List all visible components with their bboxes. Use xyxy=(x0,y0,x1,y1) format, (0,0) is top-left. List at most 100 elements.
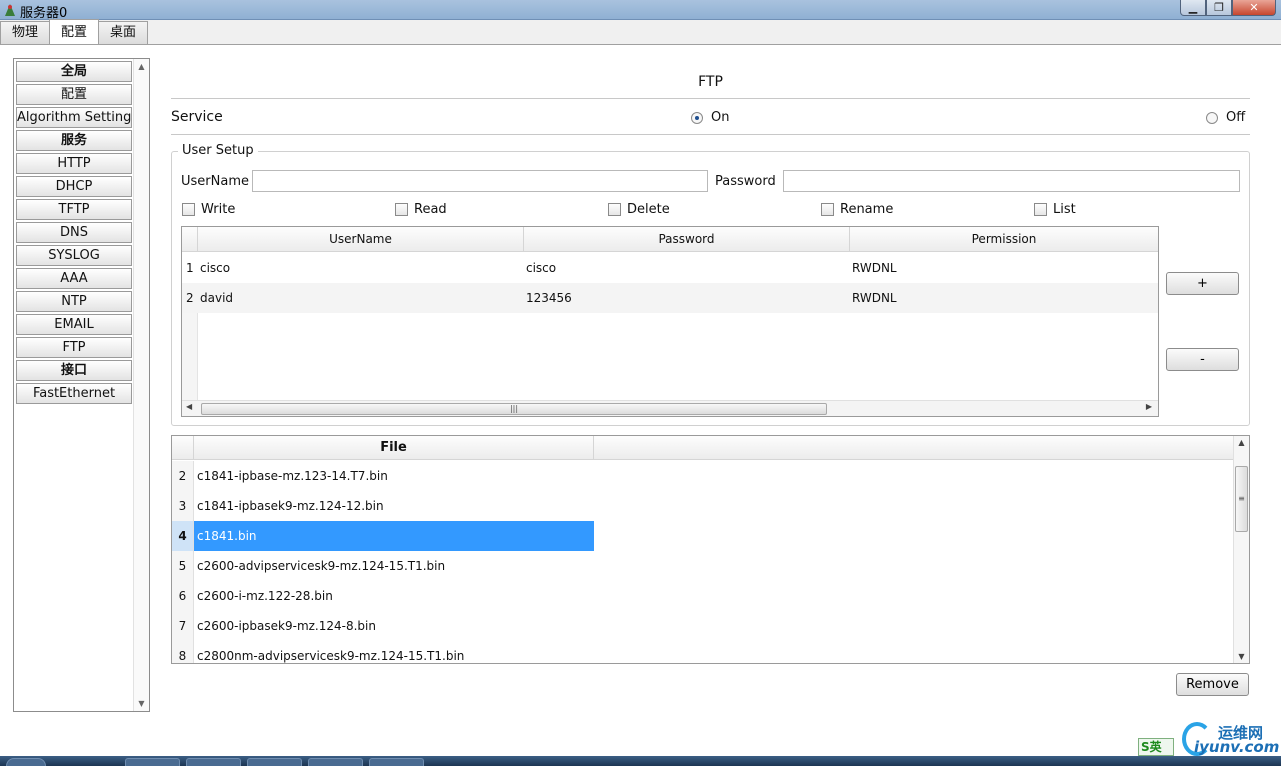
remove-file-button[interactable]: Remove xyxy=(1176,673,1249,696)
row-number: 1 xyxy=(186,261,194,275)
scroll-thumb[interactable]: ≡ xyxy=(1235,466,1248,532)
sidebar-item-fastethernet[interactable]: FastEthernet xyxy=(16,383,132,404)
write-label: Write xyxy=(201,202,236,217)
file-row[interactable]: 5 c2600-advipservicesk9-mz.124-15.T1.bin xyxy=(172,551,1233,581)
file-name: c2800nm-advipservicesk9-mz.124-15.T1.bin xyxy=(197,649,465,663)
file-table-header: File xyxy=(172,436,1233,460)
row-number: 2 xyxy=(186,291,194,305)
taskbar-item[interactable] xyxy=(125,758,180,766)
column-header-file[interactable]: File xyxy=(194,436,594,460)
scroll-left-icon[interactable]: ◀ xyxy=(186,402,192,411)
user-table: UserName Password Permission 1 cisco cis… xyxy=(181,226,1159,417)
file-table: File 2 c1841-ipbase-mz.123-14.T7.bin 3 c… xyxy=(171,435,1250,664)
read-checkbox[interactable] xyxy=(395,203,408,216)
user-table-hscrollbar[interactable]: ◀ ||| ▶ xyxy=(182,400,1158,416)
file-row[interactable]: 8 c2800nm-advipservicesk9-mz.124-15.T1.b… xyxy=(172,641,1233,663)
column-header-password[interactable]: Password xyxy=(524,227,850,252)
sidebar-item-dns[interactable]: DNS xyxy=(16,222,132,243)
delete-checkbox[interactable] xyxy=(608,203,621,216)
username-input[interactable] xyxy=(252,170,708,192)
divider xyxy=(171,98,1250,99)
cell-permission: RWDNL xyxy=(852,261,897,275)
taskbar-item[interactable] xyxy=(186,758,241,766)
scroll-up-icon[interactable]: ▲ xyxy=(134,62,149,71)
taskbar xyxy=(0,756,1281,766)
maximize-button[interactable]: ❐ xyxy=(1206,0,1232,16)
minimize-button[interactable]: ▁ xyxy=(1180,0,1206,16)
sidebar-item-settings[interactable]: 配置 xyxy=(16,84,132,105)
page-title: FTP xyxy=(698,74,723,90)
sidebar-header-services[interactable]: 服务 xyxy=(16,130,132,151)
cell-permission: RWDNL xyxy=(852,291,897,305)
sidebar-item-syslog[interactable]: SYSLOG xyxy=(16,245,132,266)
sidebar-item-email[interactable]: EMAIL xyxy=(16,314,132,335)
file-name: c1841.bin xyxy=(194,521,594,551)
taskbar-item[interactable] xyxy=(247,758,302,766)
tab-divider xyxy=(0,44,1281,45)
file-name: c2600-ipbasek9-mz.124-8.bin xyxy=(197,619,376,633)
add-user-button[interactable]: + xyxy=(1166,272,1239,295)
file-row-selected[interactable]: 4 c1841.bin xyxy=(172,521,1233,551)
rename-label: Rename xyxy=(840,202,894,217)
cell-username: cisco xyxy=(200,261,231,275)
file-table-vscrollbar[interactable]: ▲ ≡ ▼ xyxy=(1233,436,1249,663)
user-setup-title: User Setup xyxy=(178,143,258,158)
rename-checkbox[interactable] xyxy=(821,203,834,216)
sidebar-item-http[interactable]: HTTP xyxy=(16,153,132,174)
table-row[interactable]: 1 cisco cisco RWDNL xyxy=(182,253,1158,283)
service-off-radio[interactable] xyxy=(1206,112,1218,124)
scroll-thumb[interactable]: ||| xyxy=(201,403,827,415)
row-number: 7 xyxy=(172,611,194,641)
column-header-username[interactable]: UserName xyxy=(198,227,524,252)
scroll-down-icon[interactable]: ▼ xyxy=(134,699,149,708)
table-row[interactable]: 2 david 123456 RWDNL xyxy=(182,283,1158,313)
cell-password: cisco xyxy=(526,261,557,275)
column-header-permission[interactable]: Permission xyxy=(850,227,1158,252)
row-number: 3 xyxy=(172,491,194,521)
sidebar-item-algorithm-settings[interactable]: Algorithm Settings xyxy=(16,107,132,128)
close-button[interactable]: ✕ xyxy=(1232,0,1276,16)
sidebar-item-ftp[interactable]: FTP xyxy=(16,337,132,358)
tab-physical[interactable]: 物理 xyxy=(0,21,51,44)
username-label: UserName xyxy=(181,174,249,189)
file-name: c2600-i-mz.122-28.bin xyxy=(197,589,333,603)
password-input[interactable] xyxy=(783,170,1240,192)
start-button[interactable] xyxy=(6,758,46,766)
ime-indicator: S英 xyxy=(1138,738,1174,756)
file-name: c2600-advipservicesk9-mz.124-15.T1.bin xyxy=(197,559,446,573)
file-row[interactable]: 7 c2600-ipbasek9-mz.124-8.bin xyxy=(172,611,1233,641)
row-number: 6 xyxy=(172,581,194,611)
taskbar-item[interactable] xyxy=(308,758,363,766)
tab-config[interactable]: 配置 xyxy=(49,19,100,44)
sidebar-item-dhcp[interactable]: DHCP xyxy=(16,176,132,197)
row-number-header xyxy=(182,227,198,252)
list-label: List xyxy=(1053,202,1076,217)
taskbar-item[interactable] xyxy=(369,758,424,766)
scroll-down-icon[interactable]: ▼ xyxy=(1234,652,1249,661)
file-row[interactable]: 3 c1841-ipbasek9-mz.124-12.bin xyxy=(172,491,1233,521)
file-name: c1841-ipbase-mz.123-14.T7.bin xyxy=(197,469,388,483)
remove-user-button[interactable]: - xyxy=(1166,348,1239,371)
service-on-radio[interactable] xyxy=(691,112,703,124)
service-on-label: On xyxy=(711,110,730,125)
scroll-up-icon[interactable]: ▲ xyxy=(1234,438,1249,447)
file-row[interactable]: 6 c2600-i-mz.122-28.bin xyxy=(172,581,1233,611)
tab-bar: 物理 配置 桌面 xyxy=(0,19,149,45)
sidebar-item-aaa[interactable]: AAA xyxy=(16,268,132,289)
sidebar-item-tftp[interactable]: TFTP xyxy=(16,199,132,220)
sidebar-scrollbar[interactable]: ▲ ▼ xyxy=(133,59,149,711)
sidebar: 全局 配置 Algorithm Settings 服务 HTTP DHCP TF… xyxy=(13,58,150,712)
sidebar-header-interfaces[interactable]: 接口 xyxy=(16,360,132,381)
tab-desktop[interactable]: 桌面 xyxy=(98,21,149,44)
sidebar-header-global[interactable]: 全局 xyxy=(16,61,132,82)
row-number-gutter xyxy=(182,313,198,401)
cell-username: david xyxy=(200,291,234,305)
file-row[interactable]: 2 c1841-ipbase-mz.123-14.T7.bin xyxy=(172,461,1233,491)
write-checkbox[interactable] xyxy=(182,203,195,216)
list-checkbox[interactable] xyxy=(1034,203,1047,216)
scroll-right-icon[interactable]: ▶ xyxy=(1146,402,1152,411)
row-number: 2 xyxy=(172,461,194,491)
password-label: Password xyxy=(715,174,776,189)
sidebar-item-ntp[interactable]: NTP xyxy=(16,291,132,312)
divider xyxy=(171,134,1250,135)
